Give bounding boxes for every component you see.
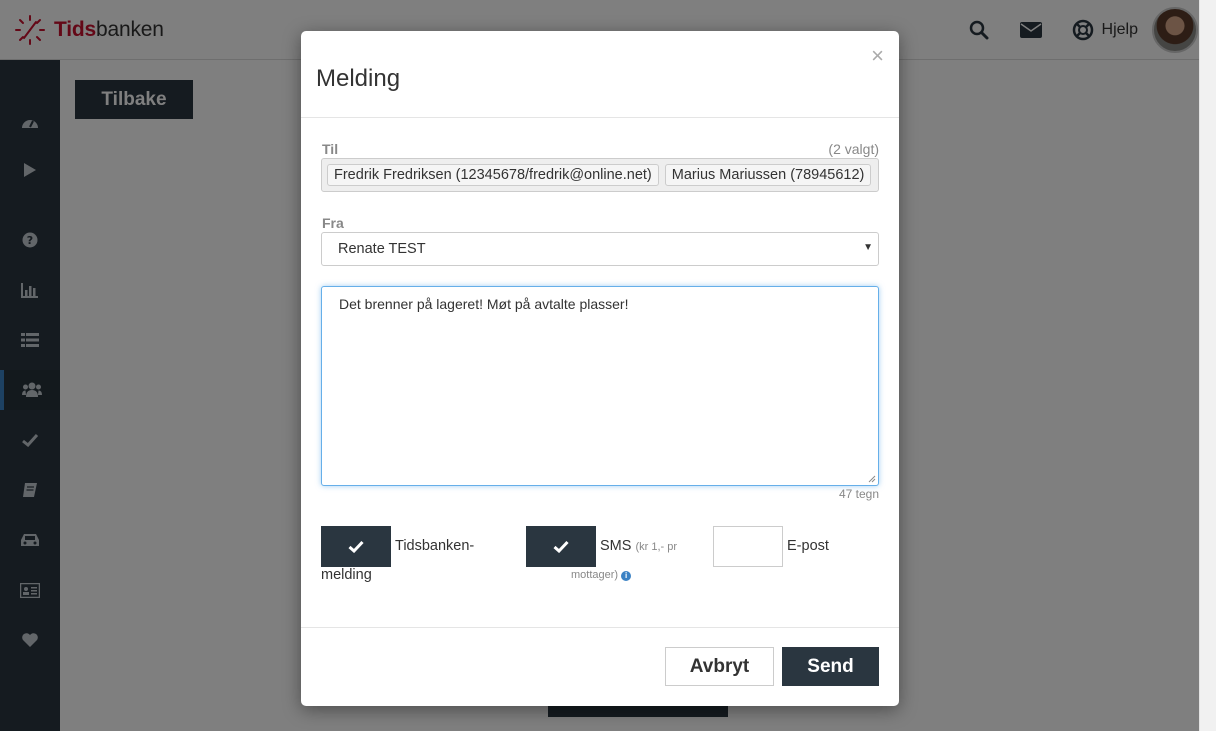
from-select[interactable]: Renate TEST ▼ xyxy=(321,232,879,266)
page-scrollbar[interactable] xyxy=(1199,0,1216,731)
sms-note-line2: mottager) i xyxy=(571,569,632,581)
send-button[interactable]: Send xyxy=(782,647,879,686)
to-label: Til xyxy=(322,141,339,157)
email-label: E-post xyxy=(787,538,829,554)
check-icon xyxy=(348,540,364,553)
from-select-value: Renate TEST xyxy=(338,241,426,257)
char-counter: 47 tegn xyxy=(838,487,879,501)
message-dialog: Melding × Til (2 valgt) Fredrik Fredriks… xyxy=(301,31,899,706)
recipient-count: (2 valgt) xyxy=(828,141,879,157)
recipient-chip[interactable]: Fredrik Fredriksen (12345678/fredrik@onl… xyxy=(327,164,659,186)
tidsbanken-label: Tidsbanken- xyxy=(395,538,475,554)
tidsbanken-label-line2: melding xyxy=(321,567,372,583)
resize-handle-icon[interactable] xyxy=(868,475,876,483)
recipient-chip[interactable]: Marius Mariussen (78945612) xyxy=(664,164,872,186)
tidsbanken-checkbox[interactable] xyxy=(321,526,391,567)
check-icon xyxy=(553,540,569,553)
sms-checkbox[interactable] xyxy=(526,526,596,567)
info-icon[interactable]: i xyxy=(621,571,632,581)
from-label: Fra xyxy=(322,215,344,231)
message-textarea[interactable]: Det brenner på lageret! Møt på avtalte p… xyxy=(321,286,879,486)
recipients-field[interactable]: Fredrik Fredriksen (12345678/fredrik@onl… xyxy=(321,158,879,192)
dialog-footer: Avbryt Send xyxy=(301,627,899,706)
email-checkbox[interactable] xyxy=(713,526,783,567)
sms-price-note: (kr 1,- pr xyxy=(635,541,678,553)
message-text: Det brenner på lageret! Møt på avtalte p… xyxy=(339,296,629,312)
dialog-header: Melding × xyxy=(301,31,899,118)
cancel-button[interactable]: Avbryt xyxy=(665,647,774,686)
sms-label: SMS (kr 1,- pr xyxy=(600,538,678,554)
close-icon[interactable]: × xyxy=(871,43,884,69)
dialog-title: Melding xyxy=(316,65,401,92)
caret-down-icon: ▼ xyxy=(863,242,873,253)
